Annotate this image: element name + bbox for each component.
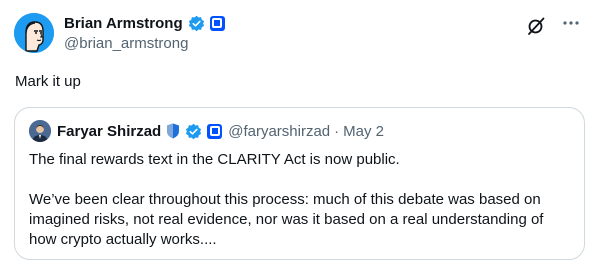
quoted-verified-badge-icon [185,123,202,140]
quoted-tweet-date: May 2 [343,122,385,140]
verified-badge-icon[interactable] [188,15,205,32]
grok-icon[interactable] [526,16,546,36]
tweet-header-actions [526,14,580,38]
author-name-row: Brian Armstrong [64,12,225,34]
quoted-author-display-name: Faryar Shirzad [57,122,162,140]
quoted-tweet-header: Faryar Shirzad @faryarshirzad · May 2 [29,120,384,142]
tweet-text: Mark it up [15,73,81,90]
author-display-name[interactable]: Brian Armstrong [64,15,183,32]
quoted-paragraph: We’ve been clear throughout this process… [29,191,544,248]
quoted-author-handle: @faryarshirzad [228,122,331,140]
coinbase-affiliate-icon[interactable] [209,15,225,31]
quoted-separator: · [334,122,340,140]
quoted-tweet-body: The final rewards text in the CLARITY Ac… [29,150,574,250]
quoted-tweet[interactable]: Faryar Shirzad @faryarshirzad · May 2 Th… [14,107,585,260]
author-info: Brian Armstrong @brian_armstrong [64,12,225,52]
tweet[interactable]: Brian Armstrong @brian_armstrong Mark it… [0,0,600,271]
quoted-paragraph: The final rewards text in the CLARITY Ac… [29,151,400,168]
author-avatar[interactable] [14,13,54,53]
government-shield-icon [166,123,180,139]
author-handle[interactable]: @brian_armstrong [64,35,225,52]
more-icon[interactable] [562,14,580,38]
quoted-coinbase-affiliate-icon [207,123,223,139]
quoted-author-avatar [29,120,51,142]
